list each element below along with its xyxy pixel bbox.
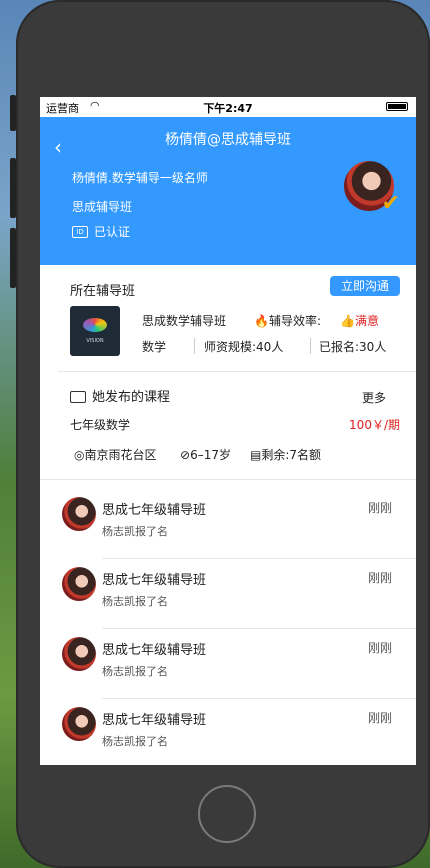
divider [194, 338, 195, 354]
course-name[interactable]: 七年级数学 [70, 416, 130, 433]
list-item[interactable]: 思成七年级辅导班 杨志凯报了名 刚刚 [40, 699, 416, 765]
remaining-text: 剩余:7名额 [261, 448, 322, 462]
vision-eye-icon [83, 318, 107, 332]
course-location: ◎南京雨花台区 [74, 446, 157, 463]
feed-title: 思成七年级辅导班 [102, 573, 207, 588]
profile-header: ‹ 杨倩倩@思成辅导班 杨倩倩.数学辅导一级名师 思成辅导班 ID 已认证 ✔ [40, 117, 416, 265]
feed-subtitle: 杨志凯报了名 [102, 665, 168, 678]
teacher-class: 思成辅导班 [72, 200, 133, 214]
class-logo: VISION [70, 306, 120, 356]
age-text: 6–17岁 [190, 448, 231, 462]
more-courses-link[interactable]: 更多 [362, 389, 386, 406]
feed-subtitle: 杨志凯报了名 [102, 735, 168, 748]
class-section-title: 所在辅导班 [70, 284, 136, 299]
efficiency-row: 🔥辅导效率: [254, 312, 321, 329]
feed-time: 刚刚 [367, 571, 392, 585]
avatar [62, 567, 96, 601]
check-circle-icon: ⊘ [180, 448, 191, 462]
logo-text: VISION [86, 338, 104, 344]
book-stack-icon [70, 391, 86, 403]
fire-icon: 🔥 [254, 314, 269, 328]
home-button[interactable] [198, 785, 256, 843]
list-item[interactable]: 思成七年级辅导班 杨志凯报了名 刚刚 [40, 629, 416, 699]
verified-v-icon: ✔ [381, 191, 400, 216]
section-divider [58, 371, 416, 372]
enrolled-count: 已报名:30人 [319, 340, 387, 354]
thumbs-up-icon: 👍 [340, 314, 355, 328]
calendar-icon: ▤ [250, 448, 262, 462]
chat-now-button[interactable]: 立即沟通 [330, 276, 400, 296]
avatar [62, 497, 96, 531]
status-bar: 运营商 ◠ 下午2:47 [40, 97, 416, 117]
feed-title: 思成七年级辅导班 [102, 713, 207, 728]
feed-time: 刚刚 [367, 501, 392, 515]
feed-time: 刚刚 [367, 641, 392, 655]
location-pin-icon: ◎ [74, 448, 85, 462]
feed-time: 刚刚 [367, 711, 392, 725]
teacher-title: 杨倩倩.数学辅导一级名师 [72, 171, 208, 185]
clock: 下午2:47 [203, 102, 253, 115]
screen: 运营商 ◠ 下午2:47 ‹ 杨倩倩@思成辅导班 杨倩倩.数学辅导一级名师 思成… [40, 97, 416, 765]
divider [310, 338, 311, 354]
section-divider [40, 479, 416, 480]
verified-row: ID 已认证 [72, 223, 130, 240]
course-price: 100￥/期 [349, 418, 400, 432]
courses-title-row: 她发布的课程 [70, 386, 170, 405]
efficiency-value-row: 👍满意 [340, 312, 379, 329]
faculty-size: 师资规模:40人 [204, 340, 284, 354]
list-item[interactable]: 思成七年级辅导班 杨志凯报了名 刚刚 [40, 559, 416, 629]
verified-label: 已认证 [94, 225, 131, 239]
class-subject: 数学 [142, 340, 167, 354]
feed-subtitle: 杨志凯报了名 [102, 595, 168, 608]
page-title: 杨倩倩@思成辅导班 [165, 132, 291, 148]
class-name: 思成数学辅导班 [142, 314, 227, 328]
location-text: 南京雨花台区 [84, 448, 157, 462]
avatar [62, 637, 96, 671]
battery-icon [386, 102, 408, 111]
id-card-icon: ID [72, 225, 88, 238]
efficiency-label: 辅导效率: [268, 314, 321, 328]
efficiency-value: 满意 [354, 314, 379, 328]
feed-title: 思成七年级辅导班 [102, 503, 207, 518]
courses-title: 她发布的课程 [92, 390, 171, 405]
list-item[interactable]: 思成七年级辅导班 杨志凯报了名 刚刚 [40, 489, 416, 559]
feed-title: 思成七年级辅导班 [102, 643, 207, 658]
course-remaining: ▤剩余:7名额 [250, 446, 321, 463]
feed-subtitle: 杨志凯报了名 [102, 525, 168, 538]
avatar [62, 707, 96, 741]
course-age: ⊘6–17岁 [180, 446, 231, 463]
